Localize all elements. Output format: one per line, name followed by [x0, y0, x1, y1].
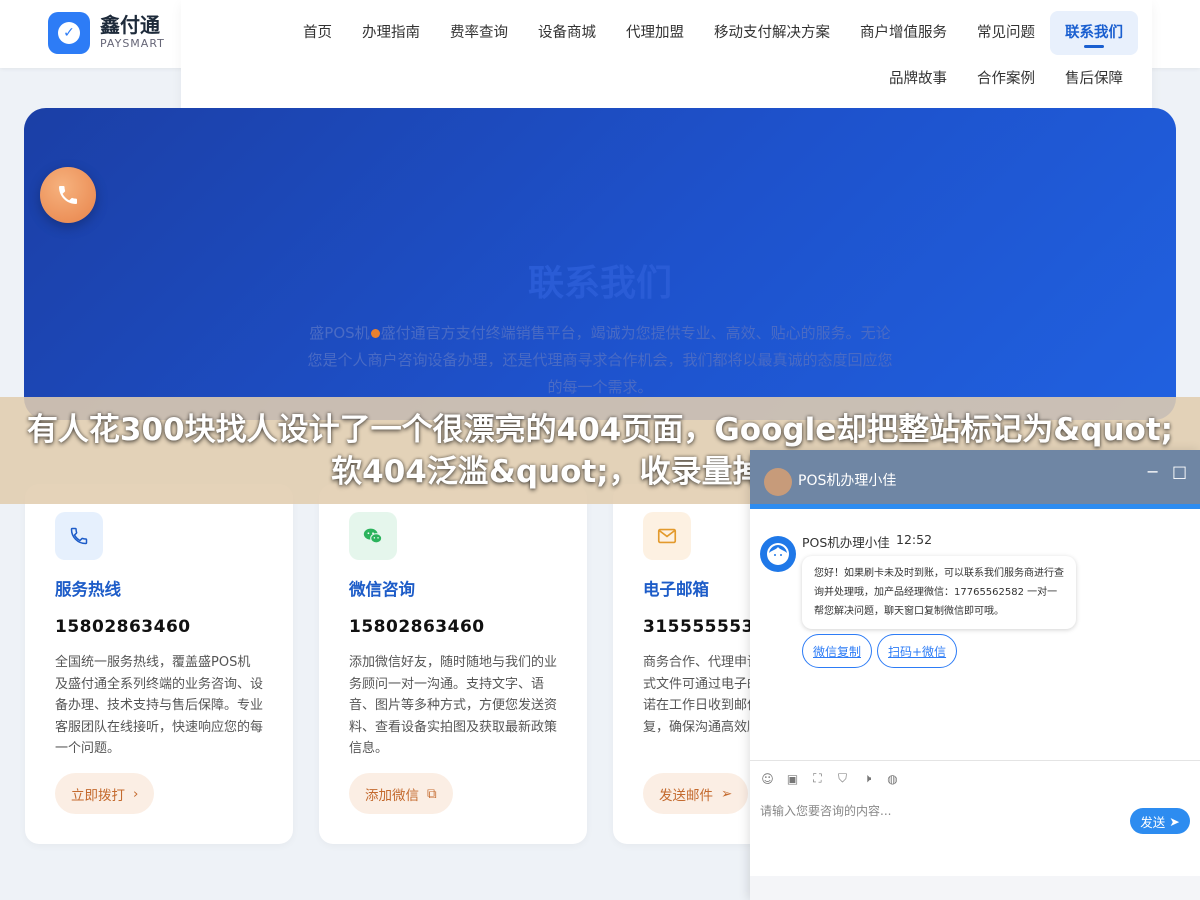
phone-icon [59, 186, 77, 204]
send-email-button[interactable]: 发送邮件 ➢ [643, 773, 749, 814]
brand-logo[interactable]: ✓ 鑫付通 PAYSMART [48, 12, 165, 54]
hero-desc-body: 盛付通官方支付终端销售平台，竭诚为您提供专业、高效、贴心的服务。无论您是个人商户… [307, 324, 893, 396]
message-bubble: 您好！如果刷卡未及时到账，可以联系我们服务商进行查询并处理哦，加产品经理微信：1… [802, 556, 1076, 629]
volume-icon[interactable]: 🕨 [860, 771, 875, 786]
message-sender: POS机办理小佳 [802, 535, 890, 550]
card-description: 添加微信好友，随时随地与我们的业务顾问一对一沟通。支持文字、语音、图片等多种方式… [349, 655, 558, 756]
floating-call-button[interactable] [40, 167, 96, 223]
nav-store[interactable]: 设备商城 [523, 11, 611, 55]
nav-faq[interactable]: 常见问题 [962, 11, 1050, 55]
send-label: 发送 [1140, 814, 1166, 830]
contact-card-hotline: 服务热线 15802863460 全国统一服务热线，覆盖盛POS机及盛付通全系列… [25, 484, 293, 844]
nav-after-sales[interactable]: 售后保障 [1050, 57, 1138, 101]
wechat-icon [349, 512, 397, 560]
hero-section: 联系我们 盛POS机 盛付通官方支付终端销售平台，竭诚为您提供专业、高效、贴心的服… [24, 108, 1176, 420]
send-arrow-icon: ➤ [1169, 813, 1180, 829]
nav-merchant-services[interactable]: 商户增值服务 [845, 11, 962, 55]
call-now-button[interactable]: 立即拨打 › [55, 773, 155, 814]
add-wechat-button[interactable]: 添加微信 ⧉ [349, 773, 453, 814]
nav-guide[interactable]: 办理指南 [347, 11, 435, 55]
contact-card-wechat: 微信咨询 15802863460 添加微信好友，随时随地与我们的业务顾问一对一沟… [319, 484, 587, 844]
page-title: 联系我们 [527, 263, 672, 304]
nav-contact[interactable]: 联系我们 [1050, 11, 1138, 55]
chat-accent-bar [750, 504, 1200, 509]
nav-cases[interactable]: 合作案例 [962, 57, 1050, 101]
copy-wechat-button[interactable]: 微信复制 [802, 634, 873, 668]
bot-avatar-icon [760, 536, 796, 572]
brand-subtitle: PAYSMART [100, 37, 165, 50]
nav-home[interactable]: 首页 [288, 11, 347, 55]
button-label: 发送邮件 [659, 787, 713, 804]
main-nav: 首页 办理指南 费率查询 设备商城 代理加盟 移动支付解决方案 商户增值服务 常… [181, 0, 1152, 125]
phone-icon [55, 512, 103, 560]
nav-rates[interactable]: 费率查询 [435, 11, 523, 55]
send-button[interactable]: 发送 ➤ [1130, 808, 1190, 834]
maximize-icon[interactable]: □ [1172, 462, 1187, 481]
logo-check-icon: ✓ [48, 12, 90, 54]
brand-name: 鑫付通 [100, 13, 160, 37]
nav-agent[interactable]: 代理加盟 [611, 11, 699, 55]
card-description: 全国统一服务热线，覆盖盛POS机及盛付通全系列终端的业务咨询、设备办理、技术支持… [55, 655, 264, 756]
chat-history-icon[interactable]: ◍ [885, 771, 900, 786]
agent-avatar [764, 468, 792, 496]
hero-desc-prefix: 盛POS机 [309, 324, 370, 342]
minimize-icon[interactable]: − [1146, 462, 1159, 481]
chat-title: POS机办理小佳 [798, 473, 897, 489]
scan-wechat-button[interactable]: 扫码+微信 [877, 634, 958, 668]
email-value: 3155555535 [643, 617, 767, 637]
dot-separator-icon [370, 329, 380, 338]
emoji-icon[interactable]: ☺ [760, 771, 775, 786]
card-title: 微信咨询 [349, 580, 415, 599]
chat-header: POS机办理小佳 − □ [750, 450, 1200, 508]
hotline-number: 15802863460 [55, 617, 191, 637]
mail-icon [643, 512, 691, 560]
message-time: 12:52 [896, 532, 933, 547]
chat-footer [750, 876, 1200, 900]
chat-divider [750, 760, 1200, 761]
button-label: 添加微信 [365, 787, 419, 804]
screenshot-icon[interactable]: ⛶ [810, 771, 825, 786]
nav-brand-story[interactable]: 品牌故事 [874, 57, 962, 101]
chat-widget: POS机办理小佳 − □ POS机办理小佳 12:52 您好！如果刷卡未及时到账… [750, 450, 1200, 900]
card-title: 服务热线 [55, 580, 121, 599]
shield-icon[interactable]: ⛉ [835, 771, 850, 786]
chevron-right-icon: › [133, 785, 139, 802]
button-label: 立即拨打 [71, 787, 125, 804]
wechat-number: 15802863460 [349, 617, 485, 637]
paper-plane-icon: ➢ [721, 785, 733, 802]
copy-icon: ⧉ [427, 785, 437, 802]
hero-description: 盛POS机 盛付通官方支付终端销售平台，竭诚为您提供专业、高效、贴心的服务。无论您… [304, 320, 896, 401]
chat-toolbar: ☺ ▣ ⛶ ⛉ 🕨 ◍ [760, 771, 900, 786]
image-icon[interactable]: ▣ [785, 771, 800, 786]
chat-message-input[interactable] [760, 800, 1120, 822]
card-title: 电子邮箱 [643, 580, 709, 599]
nav-mobile-pay[interactable]: 移动支付解决方案 [699, 11, 845, 55]
